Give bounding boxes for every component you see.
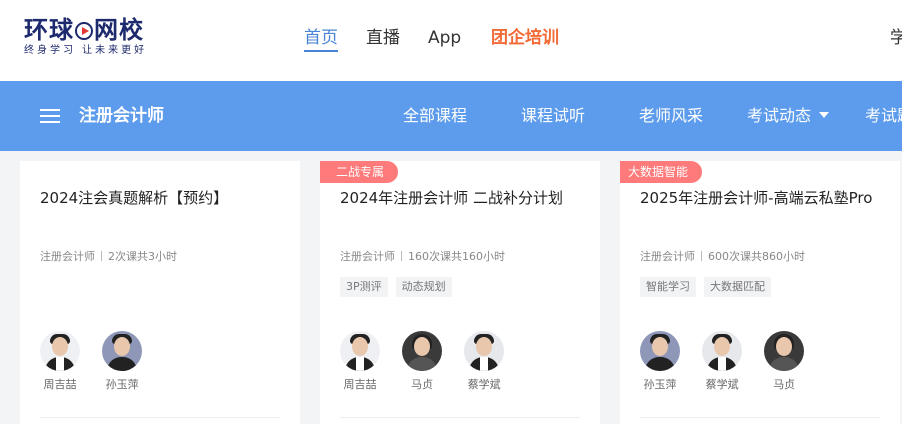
nav-enterprise-training[interactable]: 团企培训 — [491, 26, 559, 52]
link-course-trial[interactable]: 课程试听 — [521, 103, 585, 129]
nav-home[interactable]: 首页 — [304, 26, 338, 52]
course-card[interactable]: 大数据智能 2025年注册会计师-高端云私塾Pro 注册会计师 600次课共860… — [620, 161, 900, 424]
course-tags: 智能学习 大数据匹配 — [640, 275, 779, 297]
link-exam-questions[interactable]: 考试题 — [865, 103, 902, 129]
category-bar: 注册会计师 全部课程 课程试听 老师风采 考试动态 考试题 — [0, 81, 902, 151]
teacher-item[interactable]: 孙玉萍 — [102, 331, 143, 392]
play-circle-icon — [75, 22, 93, 40]
teacher-avatar — [102, 331, 143, 371]
card-divider — [340, 417, 580, 418]
course-badge: 大数据智能 — [620, 161, 703, 183]
teacher-list: 孙玉萍 蔡学斌 马贞 — [640, 331, 821, 401]
exam-news-label: 考试动态 — [747, 106, 812, 125]
teacher-item[interactable]: 马贞 — [764, 331, 805, 392]
card-divider — [40, 417, 280, 418]
site-logo[interactable]: 环球 网校 终身学习 让未来更好 — [24, 16, 154, 60]
course-tags: 3P测评 动态规划 — [340, 275, 460, 297]
teacher-name: 蔡学斌 — [705, 378, 739, 391]
course-stats: 2次课共3小时 — [108, 250, 177, 263]
link-teachers[interactable]: 老师风采 — [639, 103, 703, 129]
logo-text-b: 网校 — [94, 15, 144, 44]
course-tag: 3P测评 — [340, 277, 388, 297]
teacher-name: 周吉喆 — [43, 378, 77, 391]
course-badge: 二战专属 — [320, 161, 399, 183]
course-card[interactable]: 二战专属 2024年注册会计师 二战补分计划 注册会计师 160次课共160小时 … — [320, 161, 600, 424]
chevron-down-icon — [819, 112, 830, 118]
teacher-name: 孙玉萍 — [643, 378, 677, 391]
top-header: 环球 网校 终身学习 让未来更好 首页 直播 App 团企培训 学 — [0, 0, 902, 81]
course-title[interactable]: 2024年注册会计师 二战补分计划 — [340, 187, 580, 209]
course-category: 注册会计师 — [340, 250, 395, 263]
logo-wordmark: 环球 网校 — [24, 16, 154, 44]
link-exam-news[interactable]: 考试动态 — [747, 103, 830, 129]
teacher-list: 周吉喆 马贞 蔡学斌 — [340, 331, 521, 401]
teacher-item[interactable]: 蔡学斌 — [702, 331, 743, 392]
course-category: 注册会计师 — [640, 250, 695, 263]
logo-slogan: 终身学习 让未来更好 — [24, 45, 148, 56]
course-stats: 160次课共160小时 — [408, 250, 505, 263]
teacher-name: 周吉喆 — [343, 378, 377, 391]
teacher-name: 孙玉萍 — [105, 378, 139, 391]
course-card[interactable]: 2024注会真题解析【预约】 注册会计师 2次课共3小时 周吉喆 孙玉萍 — [20, 161, 300, 424]
teacher-avatar — [464, 331, 505, 371]
course-tag: 动态规划 — [395, 277, 452, 297]
teacher-avatar — [402, 331, 443, 371]
card-divider — [640, 417, 880, 418]
course-tag: 大数据匹配 — [704, 277, 771, 297]
teacher-avatar — [40, 331, 80, 371]
teacher-avatar — [764, 331, 805, 371]
course-category: 注册会计师 — [40, 250, 95, 263]
course-title[interactable]: 2025年注册会计师-高端云私塾Pro — [640, 187, 880, 209]
hamburger-icon[interactable] — [40, 109, 60, 123]
teacher-name: 马贞 — [773, 378, 796, 391]
teacher-name: 马贞 — [411, 378, 434, 391]
course-meta: 注册会计师 600次课共860小时 — [640, 249, 805, 265]
teacher-item[interactable]: 孙玉萍 — [640, 331, 680, 392]
nav-app[interactable]: App — [428, 26, 461, 52]
category-title: 注册会计师 — [79, 106, 164, 126]
course-stats: 600次课共860小时 — [708, 250, 805, 263]
course-meta: 注册会计师 160次课共160小时 — [340, 249, 505, 265]
nav-live[interactable]: 直播 — [366, 26, 400, 52]
teacher-item[interactable]: 马贞 — [402, 331, 443, 392]
teacher-name: 蔡学斌 — [467, 378, 501, 391]
logo-text-a: 环球 — [24, 15, 74, 44]
teacher-item[interactable]: 周吉喆 — [340, 331, 380, 392]
teacher-item[interactable]: 周吉喆 — [40, 331, 80, 392]
teacher-avatar — [640, 331, 680, 371]
teacher-avatar — [340, 331, 380, 371]
course-title[interactable]: 2024注会真题解析【预约】 — [40, 187, 280, 209]
teacher-avatar — [702, 331, 743, 371]
teacher-item[interactable]: 蔡学斌 — [464, 331, 505, 392]
course-tag: 智能学习 — [640, 277, 696, 297]
teacher-list: 周吉喆 孙玉萍 — [40, 331, 159, 401]
link-all-courses[interactable]: 全部课程 — [403, 103, 467, 129]
nav-clipped-item[interactable]: 学 — [890, 26, 902, 50]
course-meta: 注册会计师 2次课共3小时 — [40, 249, 177, 265]
